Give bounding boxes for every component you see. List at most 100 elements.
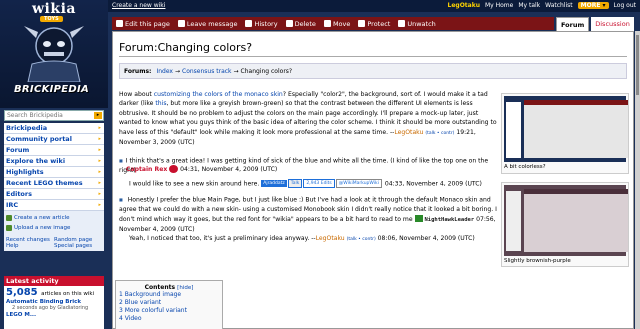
chevron-right-icon: ▸: [98, 147, 101, 153]
toc-entry[interactable]: 2 Blue variant: [119, 299, 219, 307]
delete-button[interactable]: Delete: [282, 20, 320, 28]
activity-item-link[interactable]: LEGO M...: [4, 312, 104, 318]
history-label: History: [254, 19, 278, 28]
toc-title-label: Contents: [144, 284, 176, 291]
thumbnail[interactable]: Slightly brownish-purple: [501, 182, 629, 267]
latest-activity-widget: Latest activity 5,085 articles on this w…: [4, 276, 104, 329]
watchlist-link[interactable]: Watchlist: [545, 2, 573, 9]
this-link[interactable]: this: [155, 100, 166, 107]
scrollbar-thumb[interactable]: [636, 35, 639, 95]
breadcrumb-separator: →: [174, 67, 180, 75]
user-link[interactable]: LegOtaku: [394, 129, 423, 136]
move-icon: [323, 20, 331, 27]
breadcrumb-index-link[interactable]: Index: [156, 68, 173, 75]
article-count: 5,085 articles on this wiki: [4, 287, 104, 298]
move-label: Move: [332, 19, 351, 28]
upload-image-label: Upload a new image: [14, 225, 71, 231]
my-talk-link[interactable]: My talk: [518, 2, 540, 9]
thumbnail[interactable]: A bit colorless?: [501, 93, 629, 174]
user-badge[interactable]: Ajraddatz: [261, 180, 287, 187]
history-button[interactable]: History: [241, 20, 281, 28]
special-pages-link[interactable]: Special pages: [54, 243, 102, 249]
search-go-button[interactable]: ▸: [94, 112, 102, 119]
my-home-link[interactable]: My Home: [485, 2, 513, 9]
user-link[interactable]: Captain Rex: [126, 166, 167, 173]
wiki-badge[interactable]: @WikiMarkupWiki: [335, 179, 382, 188]
more-button[interactable]: MORE ▾: [577, 2, 609, 9]
unwatch-button[interactable]: Unwatch: [394, 20, 439, 28]
activity-item-meta: 2 seconds ago by Gladiatoring: [12, 305, 89, 311]
chevron-right-icon: ▸: [98, 125, 101, 131]
sidebar-item-brickipedia[interactable]: Brickipedia ▸: [4, 123, 104, 134]
user-link[interactable]: NightHawkLeader: [424, 217, 474, 223]
talk-badge[interactable]: Talk: [287, 179, 303, 188]
sidebar-item-irc[interactable]: IRC ▸: [4, 200, 104, 211]
sidebar-item-highlights[interactable]: Highlights ▸: [4, 167, 104, 178]
user-link[interactable]: LegOtaku: [316, 235, 345, 242]
sidebar-special-links: Recent changes Random page Help Special …: [4, 235, 104, 251]
sidebar-item-community-portal[interactable]: Community portal ▸: [4, 134, 104, 145]
talk-contr-link[interactable]: (talk • contr): [347, 237, 376, 242]
username-link[interactable]: LegOtaku: [448, 2, 480, 9]
reply-post: Honestly I prefer the blue Main Page, bu…: [119, 195, 501, 234]
edits-badge[interactable]: 2,943 Edits: [303, 179, 335, 188]
article-count-label: articles on this wiki: [41, 291, 95, 297]
delete-label: Delete: [294, 19, 316, 28]
reply-text: Yeah, I noticed that too, it's just a pr…: [129, 235, 316, 242]
customizing-colors-link[interactable]: customizing the colors of the monaco ski…: [154, 91, 283, 98]
toc-entry[interactable]: 3 More colorful variant: [119, 307, 219, 315]
speech-bubble-icon: [177, 20, 185, 27]
sidebar-item-label: Editors: [6, 190, 32, 198]
sidebar-tools: Create a new article Upload a new image: [4, 211, 104, 235]
edit-page-label: Edit this page: [125, 19, 170, 28]
scrollbar[interactable]: [635, 31, 640, 329]
thumbnail-caption: Slightly brownish-purple: [504, 258, 571, 264]
sidebar-nav: Brickipedia ▸ Community portal ▸ Forum ▸ Ex…: [4, 123, 104, 251]
sidebar-item-label: Forum: [6, 146, 30, 154]
protect-label: Protect: [367, 19, 391, 28]
article-count-number: 5,085: [6, 287, 38, 298]
chevron-right-icon: ▸: [98, 169, 101, 175]
add-page-icon: [6, 215, 12, 221]
avatar: [169, 165, 179, 173]
site-logo[interactable]: wikia TOYS BRICKIPEDIA: [0, 0, 108, 108]
chevron-right-icon: ▸: [98, 158, 101, 164]
breadcrumb-consensus-link[interactable]: Consensus track: [182, 68, 232, 75]
tab-forum[interactable]: Forum: [556, 17, 590, 31]
reply-timestamp: 04:31, November 4, 2009 (UTC): [180, 166, 278, 173]
user-links: LegOtaku My Home My talk Watchlist MORE …: [448, 2, 636, 9]
sidebar-item-explore[interactable]: Explore the wiki ▸: [4, 156, 104, 167]
tab-discussion[interactable]: Discussion: [591, 17, 634, 31]
create-article-link[interactable]: Create a new article: [6, 213, 102, 223]
sidebar-item-forum[interactable]: Forum ▸: [4, 145, 104, 156]
reply-timestamp: 04:33, November 4, 2009 (UTC): [384, 180, 482, 188]
site-name: BRICKIPEDIA: [14, 84, 90, 95]
sidebar-item-recent-themes[interactable]: Recent LEGO themes ▸: [4, 178, 104, 189]
user-avatar-icon: [414, 215, 423, 223]
sidebar-item-label: Brickipedia: [6, 124, 48, 132]
help-link[interactable]: Help: [6, 243, 54, 249]
leave-message-label: Leave message: [186, 19, 238, 28]
reply-text: I would like to see a new skin around he…: [129, 180, 260, 188]
protect-button[interactable]: Protect: [354, 20, 394, 28]
sidebar-item-label: Explore the wiki: [6, 157, 66, 165]
toc-entry[interactable]: 1 Background image: [119, 291, 219, 299]
reply-post: I would like to see a new skin around he…: [129, 179, 511, 189]
create-wiki-link[interactable]: Create a new wiki: [112, 2, 165, 9]
sidebar-item-label: Community portal: [6, 135, 72, 143]
thumbnail-caption: A bit colorless?: [504, 164, 546, 170]
reply-signature: Captain Rex 04:31, November 4, 2009 (UTC…: [126, 165, 508, 174]
logout-link[interactable]: Log out: [614, 2, 636, 9]
sidebar-item-editors[interactable]: Editors ▸: [4, 189, 104, 200]
edit-page-button[interactable]: Edit this page: [112, 20, 174, 28]
move-button[interactable]: Move: [320, 20, 354, 28]
history-icon: [245, 20, 253, 27]
leave-message-button[interactable]: Leave message: [174, 20, 242, 28]
upload-image-link[interactable]: Upload a new image: [6, 223, 102, 233]
toc-entry[interactable]: 4 Video: [119, 315, 219, 323]
talk-contr-link[interactable]: (talk • contr): [425, 131, 454, 136]
pencil-icon: [116, 20, 123, 27]
table-of-contents: Contents [hide] 1 Background image 2 Blu…: [115, 280, 223, 329]
search-input[interactable]: [5, 111, 93, 120]
sidebar-item-label: Highlights: [6, 168, 44, 176]
